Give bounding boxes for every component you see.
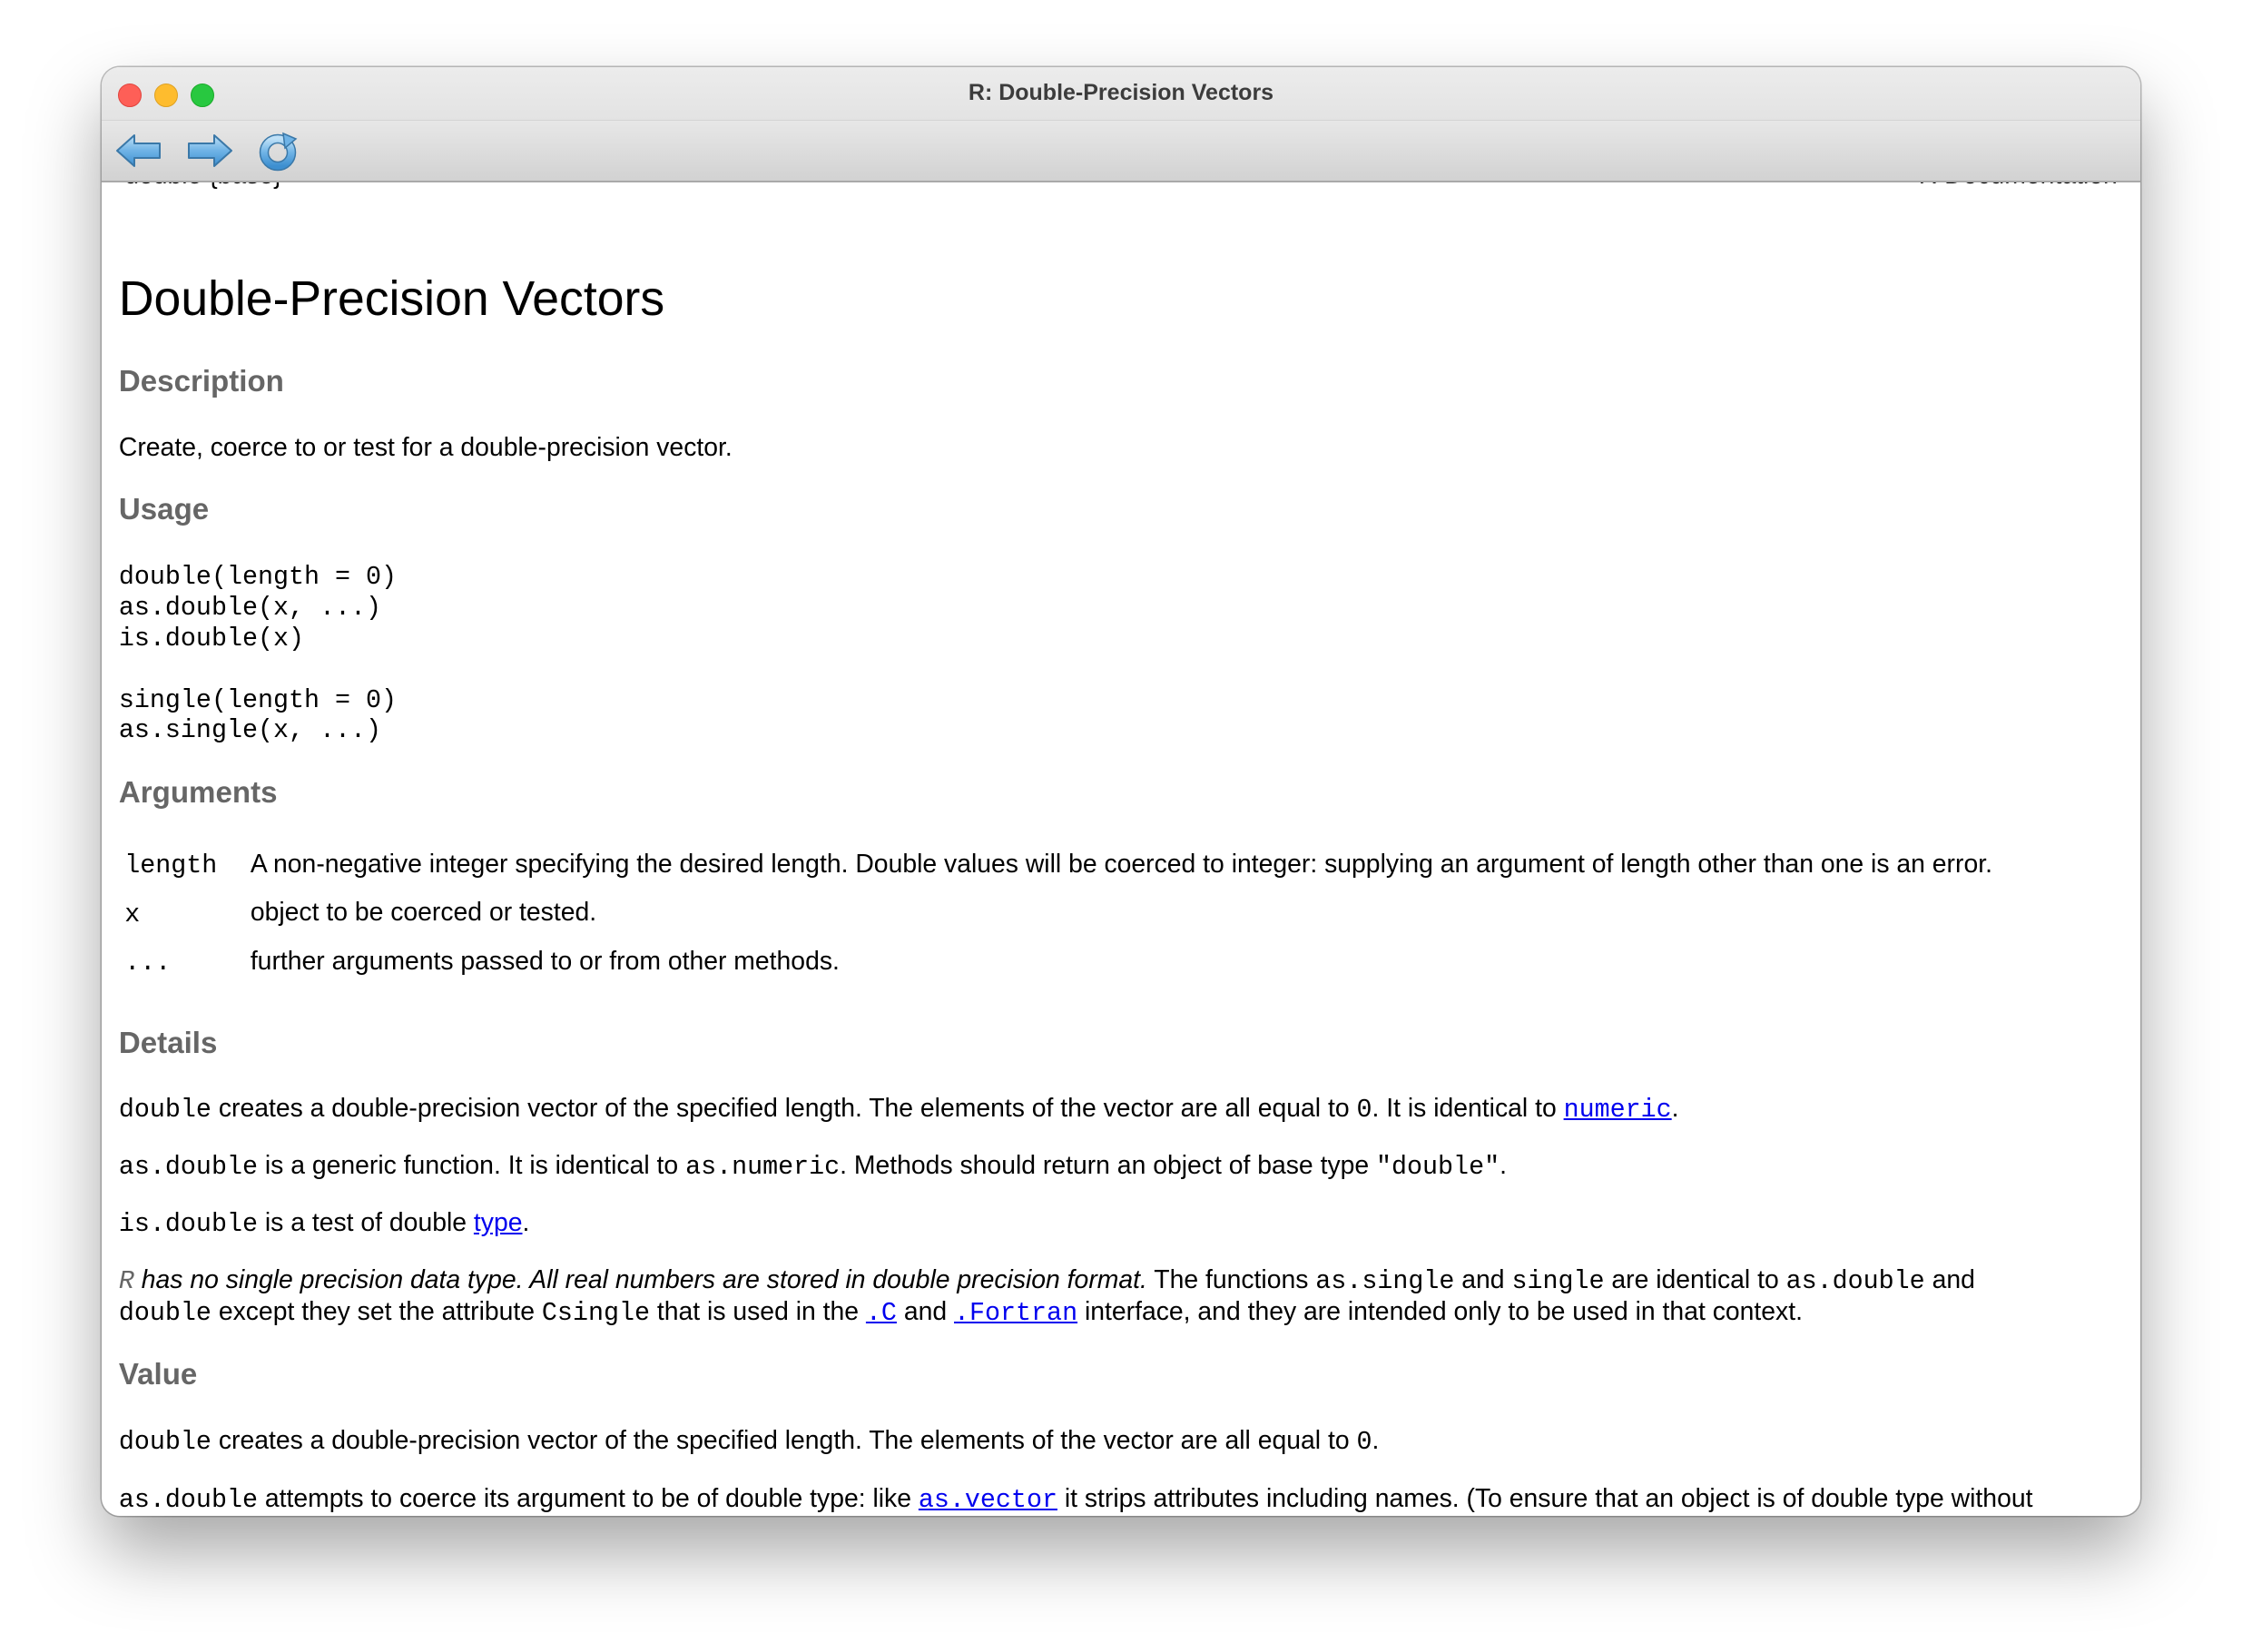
back-arrow-icon (116, 134, 161, 167)
usage-line: as.single(x, ...) (118, 715, 382, 746)
as-vector-link[interactable]: as.vector (919, 1484, 1057, 1515)
numeric-link[interactable]: numeric (1564, 1094, 1672, 1125)
back-button[interactable] (114, 130, 163, 172)
reload-button[interactable] (256, 130, 305, 172)
reload-icon (259, 132, 298, 172)
forward-button[interactable] (185, 130, 234, 172)
r-logo-text: R (118, 1266, 134, 1297)
argument-name: x (124, 899, 141, 929)
code-term: as.numeric (685, 1152, 841, 1183)
type-link[interactable]: type (474, 1208, 523, 1237)
value-paragraph: as.double attempts to coerce its argumen… (118, 1484, 2033, 1516)
details-heading: Details (118, 1027, 218, 1061)
argument-name: ... (124, 948, 172, 978)
argument-name: length (124, 851, 218, 881)
arguments-heading: Arguments (118, 776, 278, 811)
usage-heading: Usage (118, 493, 210, 527)
dot-fortran-link[interactable]: .Fortran (954, 1297, 1077, 1328)
description-heading: Description (118, 364, 284, 398)
code-term: double (118, 1095, 211, 1126)
details-paragraph-continued: double except they set the attribute Csi… (118, 1296, 1803, 1328)
argument-description: A non-negative integer specifying the de… (250, 849, 1992, 879)
code-term: Csingle (541, 1297, 650, 1328)
code-term: double (118, 1297, 211, 1328)
usage-block: double(length = 0) as.double(x, ...) is.… (119, 562, 397, 746)
code-term: as.double (118, 1485, 258, 1516)
code-term: single (1511, 1266, 1605, 1297)
help-window: R: Double-Precision Vectors Double-Preci… (102, 67, 2140, 1516)
topic-package-label: double {base} (124, 182, 281, 191)
window-title: R: Double-Precision Vectors (968, 80, 1274, 105)
dot-c-link[interactable]: .C (866, 1297, 897, 1328)
page-title: Double-Precision Vectors (118, 272, 665, 327)
usage-line: single(length = 0) (118, 684, 398, 715)
code-term: is.double (118, 1209, 258, 1240)
value-paragraph: double creates a double-precision vector… (118, 1425, 1380, 1457)
details-paragraph: as.double is a generic function. It is i… (118, 1151, 1507, 1183)
code-term: as.single (1315, 1266, 1455, 1297)
title-bar: R: Double-Precision Vectors (102, 67, 2140, 121)
code-term: as.double (1785, 1266, 1925, 1297)
code-term: double (118, 1426, 211, 1457)
details-paragraph: R has no single precision data type. All… (118, 1265, 1975, 1297)
code-term: "double" (1376, 1152, 1500, 1183)
r-documentation-label: R Documentation (1919, 182, 2118, 191)
forward-arrow-icon (188, 134, 232, 167)
usage-line: double(length = 0) (118, 562, 398, 593)
usage-line: as.double(x, ...) (118, 592, 382, 623)
code-term: 0 (1356, 1426, 1372, 1457)
argument-description: object to be coerced or tested. (250, 898, 597, 928)
details-paragraph: double creates a double-precision vector… (118, 1094, 1679, 1126)
code-term: 0 (1356, 1095, 1372, 1126)
argument-description: further arguments passed to or from othe… (250, 946, 840, 976)
details-paragraph: is.double is a test of double type. (118, 1208, 530, 1240)
description-text: Create, coerce to or test for a double-p… (118, 433, 733, 463)
toolbar (102, 121, 2140, 182)
usage-line: is.double(x) (118, 623, 304, 654)
code-term: as.double (118, 1152, 258, 1183)
value-heading: Value (118, 1358, 198, 1392)
